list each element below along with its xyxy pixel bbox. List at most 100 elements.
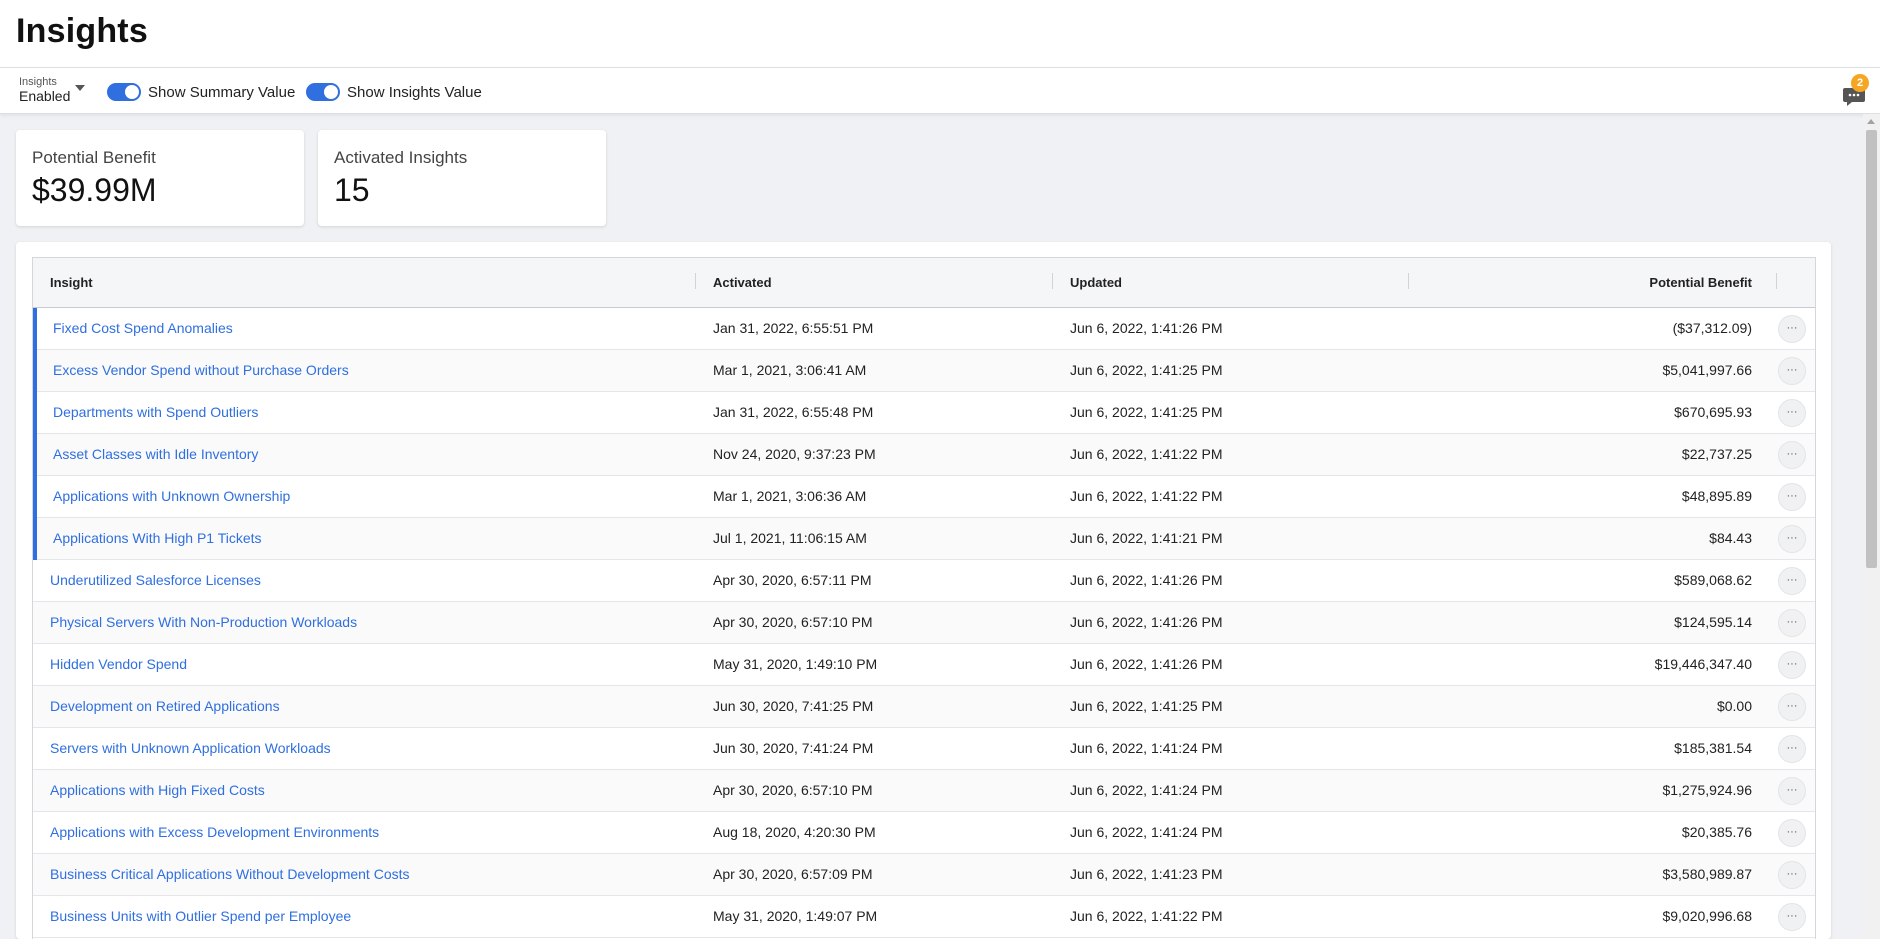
more-options-button[interactable]: ··· <box>1778 903 1806 931</box>
table-row[interactable]: Business Critical Applications Without D… <box>33 854 1815 896</box>
column-divider[interactable] <box>1052 273 1053 289</box>
toggle-switch[interactable] <box>107 83 141 101</box>
potential-benefit-value: $22,737.25 <box>1681 446 1752 462</box>
show-insights-value-toggle[interactable]: Show Insights Value <box>306 83 482 101</box>
more-options-button[interactable]: ··· <box>1778 735 1806 763</box>
potential-benefit-value: $48,895.89 <box>1681 488 1752 504</box>
column-header-potential-benefit[interactable]: Potential Benefit <box>1649 275 1752 290</box>
table-row[interactable]: Servers with Unknown Application Workloa… <box>33 728 1815 770</box>
potential-benefit-value: $1,275,924.96 <box>1662 782 1752 798</box>
new-insight-indicator <box>33 308 37 350</box>
table-row[interactable]: Applications With High P1 Tickets Jul 1, … <box>33 518 1815 560</box>
activated-date: Apr 30, 2020, 6:57:09 PM <box>713 866 873 882</box>
more-options-button[interactable]: ··· <box>1778 861 1806 889</box>
column-header-activated[interactable]: Activated <box>713 275 772 290</box>
activated-date: Apr 30, 2020, 6:57:11 PM <box>713 572 872 588</box>
card-value: 15 <box>334 172 370 208</box>
column-divider[interactable] <box>1776 273 1777 289</box>
card-label: Potential Benefit <box>32 148 156 167</box>
page-title: Insights <box>16 12 148 50</box>
more-options-button[interactable]: ··· <box>1778 399 1806 427</box>
insight-link[interactable]: Development on Retired Applications <box>50 698 280 714</box>
table-row[interactable]: Departments with Spend Outliers Jan 31, 2… <box>33 392 1815 434</box>
more-options-button[interactable]: ··· <box>1778 609 1806 637</box>
updated-date: Jun 6, 2022, 1:41:25 PM <box>1070 362 1223 378</box>
table-row[interactable]: Business Units with Outlier Spend per Em… <box>33 896 1815 938</box>
column-divider[interactable] <box>1408 273 1409 289</box>
column-header-insight[interactable]: Insight <box>50 275 93 290</box>
potential-benefit-value: $0.00 <box>1716 698 1752 714</box>
potential-benefit-value: ($37,312.09) <box>1672 320 1752 336</box>
insight-link[interactable]: Physical Servers With Non-Production Wor… <box>50 614 357 630</box>
caret-down-icon <box>75 85 85 91</box>
table-row[interactable]: Fixed Cost Spend Anomalies Jan 31, 2022, … <box>33 308 1815 350</box>
column-header-updated[interactable]: Updated <box>1070 275 1122 290</box>
insight-link[interactable]: Underutilized Salesforce Licenses <box>50 572 261 588</box>
table-row[interactable]: Asset Classes with Idle Inventory Nov 24,… <box>33 434 1815 476</box>
insight-link[interactable]: Asset Classes with Idle Inventory <box>53 446 258 462</box>
table-row[interactable]: Hidden Vendor Spend May 31, 2020, 1:49:10… <box>33 644 1815 686</box>
table-row[interactable]: Excess Vendor Spend without Purchase Ord… <box>33 350 1815 392</box>
new-insight-indicator <box>33 392 37 434</box>
activated-date: Jan 31, 2022, 6:55:51 PM <box>713 320 874 336</box>
scrollbar-thumb[interactable] <box>1866 130 1877 568</box>
activated-date: Nov 24, 2020, 9:37:23 PM <box>713 446 876 462</box>
more-options-button[interactable]: ··· <box>1778 483 1806 511</box>
toggle-label: Show Summary Value <box>148 83 296 101</box>
table-row[interactable]: Development on Retired Applications Jun 3… <box>33 686 1815 728</box>
more-options-button[interactable]: ··· <box>1778 441 1806 469</box>
more-options-button[interactable]: ··· <box>1778 315 1806 343</box>
more-options-button[interactable]: ··· <box>1778 357 1806 385</box>
table-row[interactable]: Applications with Unknown Ownership Mar 1… <box>33 476 1815 518</box>
updated-date: Jun 6, 2022, 1:41:26 PM <box>1070 572 1223 588</box>
activated-date: Apr 30, 2020, 6:57:10 PM <box>713 614 873 630</box>
activated-date: May 31, 2020, 1:49:10 PM <box>713 656 878 672</box>
table-row[interactable]: Underutilized Salesforce Licenses Apr 30,… <box>33 560 1815 602</box>
potential-benefit-value: $3,580,989.87 <box>1662 866 1752 882</box>
insights-filter-dropdown[interactable]: Insights Enabled <box>19 76 85 104</box>
new-insight-indicator <box>33 434 37 476</box>
toggle-label: Show Insights Value <box>347 83 482 101</box>
insight-link[interactable]: Applications With High P1 Tickets <box>53 530 262 546</box>
card-label: Activated Insights <box>334 148 468 167</box>
insight-link[interactable]: Applications with Excess Development Env… <box>50 824 379 840</box>
insight-link[interactable]: Servers with Unknown Application Workloa… <box>50 740 331 756</box>
insight-link[interactable]: Applications with Unknown Ownership <box>53 488 290 504</box>
toggle-switch[interactable] <box>306 83 340 101</box>
potential-benefit-value: $124,595.14 <box>1674 614 1752 630</box>
activated-date: Mar 1, 2021, 3:06:41 AM <box>713 362 867 378</box>
notification-badge: 2 <box>1851 74 1869 92</box>
insight-link[interactable]: Fixed Cost Spend Anomalies <box>53 320 233 336</box>
table-row[interactable]: Applications with Excess Development Env… <box>33 812 1815 854</box>
updated-date: Jun 6, 2022, 1:41:24 PM <box>1070 782 1223 798</box>
show-summary-value-toggle[interactable]: Show Summary Value <box>107 83 295 101</box>
scroll-up-arrow-icon[interactable] <box>1867 119 1875 124</box>
toggle-knob <box>324 85 338 99</box>
insight-link[interactable]: Excess Vendor Spend without Purchase Ord… <box>53 362 349 378</box>
column-divider[interactable] <box>695 273 696 289</box>
insights-panel: Insight Activated Updated Potential Bene… <box>16 242 1831 939</box>
more-options-button[interactable]: ··· <box>1778 693 1806 721</box>
more-options-button[interactable]: ··· <box>1778 525 1806 553</box>
activated-date: Mar 1, 2021, 3:06:36 AM <box>713 488 867 504</box>
potential-benefit-value: $9,020,996.68 <box>1662 908 1752 924</box>
activated-date: Aug 18, 2020, 4:20:30 PM <box>713 824 876 840</box>
activated-date: May 31, 2020, 1:49:07 PM <box>713 908 878 924</box>
more-options-button[interactable]: ··· <box>1778 567 1806 595</box>
updated-date: Jun 6, 2022, 1:41:21 PM <box>1070 530 1223 546</box>
insight-link[interactable]: Departments with Spend Outliers <box>53 404 258 420</box>
updated-date: Jun 6, 2022, 1:41:24 PM <box>1070 824 1223 840</box>
potential-benefit-value: $19,446,347.40 <box>1654 656 1752 672</box>
potential-benefit-value: $589,068.62 <box>1674 572 1752 588</box>
more-options-button[interactable]: ··· <box>1778 819 1806 847</box>
table-row[interactable]: Physical Servers With Non-Production Wor… <box>33 602 1815 644</box>
more-options-button[interactable]: ··· <box>1778 777 1806 805</box>
insight-link[interactable]: Applications with High Fixed Costs <box>50 782 265 798</box>
insight-link[interactable]: Business Units with Outlier Spend per Em… <box>50 908 351 924</box>
potential-benefit-value: $84.43 <box>1709 530 1752 546</box>
page-header: Insights <box>0 0 1880 67</box>
table-row[interactable]: Applications with High Fixed Costs Apr 30… <box>33 770 1815 812</box>
insight-link[interactable]: Business Critical Applications Without D… <box>50 866 410 882</box>
insight-link[interactable]: Hidden Vendor Spend <box>50 656 187 672</box>
more-options-button[interactable]: ··· <box>1778 651 1806 679</box>
